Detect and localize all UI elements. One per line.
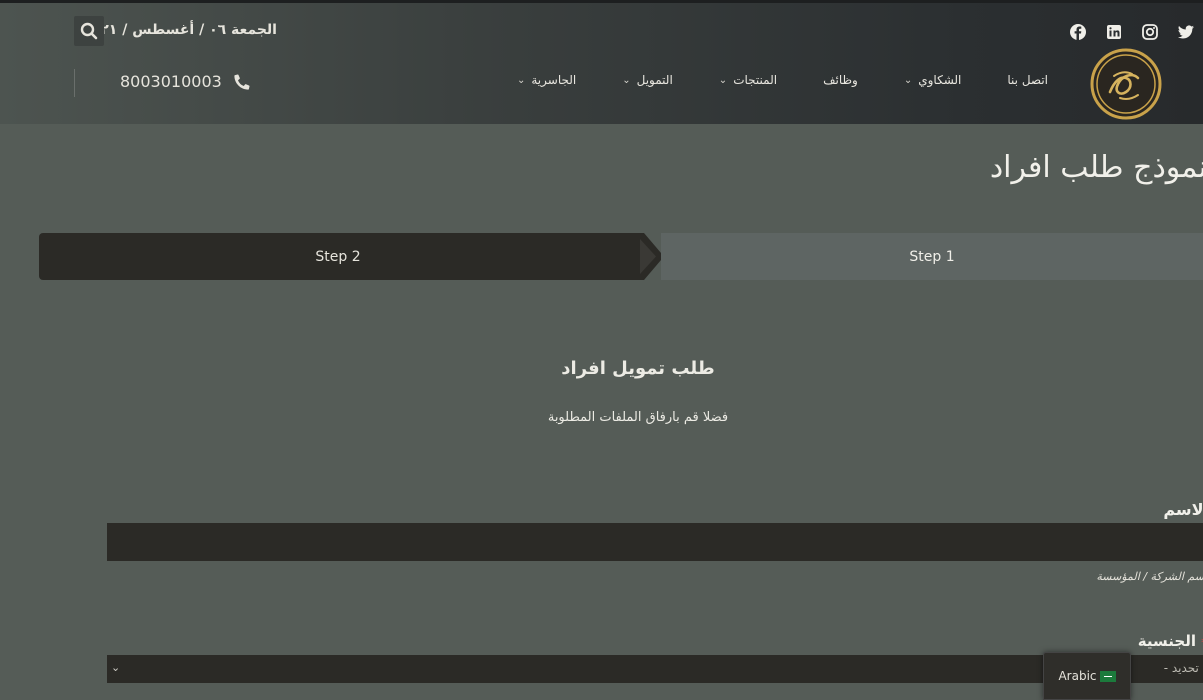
nav-item-contact[interactable]: اتصل بنا [1007, 73, 1048, 87]
nav-label: وظائف [823, 73, 858, 87]
header-date: الجمعة ٠٦ / أغسطس / ٢٠٢١ [83, 22, 277, 38]
nationality-selected-value: - تحديد - [1163, 661, 1203, 675]
form-stepper: Step 2 Step 1 [39, 233, 1203, 280]
language-label: Arabic [1058, 669, 1097, 683]
social-links [1069, 23, 1195, 41]
form-subtitle: فضلا قم بارفاق الملفات المطلوبة [547, 410, 729, 425]
phone-icon [234, 73, 250, 90]
chevron-down-icon: ⌄ [622, 74, 631, 86]
language-switcher[interactable]: Arabic [1043, 652, 1131, 700]
step-2-tab[interactable]: Step 2 [39, 233, 637, 280]
name-input[interactable] [107, 523, 1203, 561]
header-divider [74, 69, 75, 97]
site-header: الجمعة ٠٦ / أغسطس / ٢٠٢١ 8003010003 الجا… [0, 0, 1203, 124]
nav-item-financing[interactable]: التمويل ⌄ [622, 73, 673, 87]
nav-label: التمويل [636, 73, 673, 87]
header-phone[interactable]: 8003010003 [120, 72, 250, 91]
step-1-tab[interactable]: Step 1 [661, 233, 1203, 280]
main-nav: الجاسرية ⌄ التمويل ⌄ المنتجات ⌄ وظائف ال… [517, 73, 1048, 87]
chevron-down-icon: ⌄ [718, 74, 728, 86]
search-icon [80, 22, 98, 40]
nationality-field-label: * الجنسية [1138, 632, 1203, 650]
nav-label: الشكاوي [918, 73, 962, 87]
instagram-icon[interactable] [1141, 23, 1159, 41]
chevron-down-icon: ⌄ [516, 74, 526, 86]
phone-number: 8003010003 [120, 72, 222, 91]
name-field-hint: اسم الشركة / المؤسسة [1096, 570, 1203, 583]
step-label: Step 1 [909, 248, 955, 265]
step-label: Step 2 [315, 248, 361, 265]
linkedin-icon[interactable] [1105, 23, 1123, 41]
name-field-label: الاسم [1163, 500, 1203, 519]
page-title: نموذج طلب افراد [989, 150, 1203, 185]
nationality-label-text: الجنسية [1137, 632, 1196, 650]
nav-label: الجاسرية [531, 73, 577, 87]
saudi-flag-icon [1099, 670, 1116, 682]
chevron-down-icon: ⌄ [111, 661, 121, 674]
twitter-icon[interactable] [1177, 23, 1195, 41]
nav-label: المنتجات [733, 73, 778, 87]
site-logo[interactable] [1090, 48, 1162, 120]
nav-item-complaints[interactable]: الشكاوي ⌄ [904, 73, 962, 87]
nav-item-jasria[interactable]: الجاسرية ⌄ [517, 73, 576, 87]
nav-item-products[interactable]: المنتجات ⌄ [719, 73, 777, 87]
search-button[interactable] [74, 16, 104, 46]
nav-item-jobs[interactable]: وظائف [823, 73, 858, 87]
nationality-select[interactable]: ⌄ - تحديد - [107, 655, 1203, 683]
facebook-icon[interactable] [1069, 23, 1087, 41]
chevron-down-icon: ⌄ [903, 74, 913, 86]
form-title: طلب تمويل افراد [561, 358, 715, 379]
step-arrow-icon [636, 233, 664, 280]
nav-label: اتصل بنا [1007, 73, 1048, 87]
